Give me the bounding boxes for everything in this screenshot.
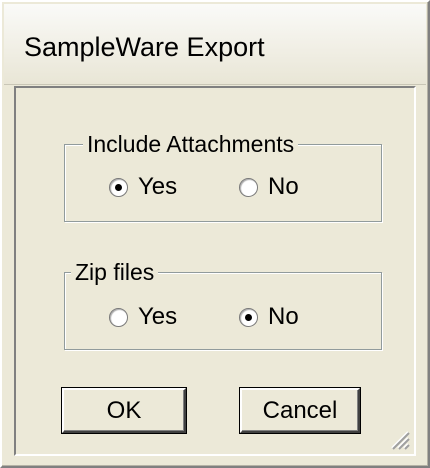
export-dialog-window: SampleWare Export Include Attachments Ye… [0,0,430,468]
radio-selected-icon [239,307,258,327]
zip-files-yes-label: Yes [138,303,178,330]
ok-button[interactable]: OK [62,388,186,433]
radio-unselected-icon [239,177,258,197]
resize-grip-icon[interactable] [386,426,410,450]
dialog-title: SampleWare Export [24,32,265,62]
title-bar[interactable]: SampleWare Export [4,4,426,85]
include-attachments-no-radio[interactable]: No [239,173,299,201]
include-attachments-no-label: No [268,173,299,200]
zip-files-label: Zip files [71,257,159,287]
include-attachments-yes-label: Yes [138,173,178,200]
include-attachments-yes-radio[interactable]: Yes [109,173,177,201]
radio-selected-icon [109,177,128,197]
zip-files-no-radio[interactable]: No [239,303,299,331]
dialog-body: Include Attachments Yes No Zip files Yes [14,86,416,456]
cancel-button[interactable]: Cancel [240,388,360,433]
include-attachments-label: Include Attachments [83,129,299,159]
include-attachments-group: Include Attachments Yes No [64,129,382,222]
radio-unselected-icon [109,307,128,327]
zip-files-yes-radio[interactable]: Yes [109,303,177,331]
zip-files-group: Zip files Yes No [64,257,382,350]
zip-files-no-label: No [268,303,299,330]
